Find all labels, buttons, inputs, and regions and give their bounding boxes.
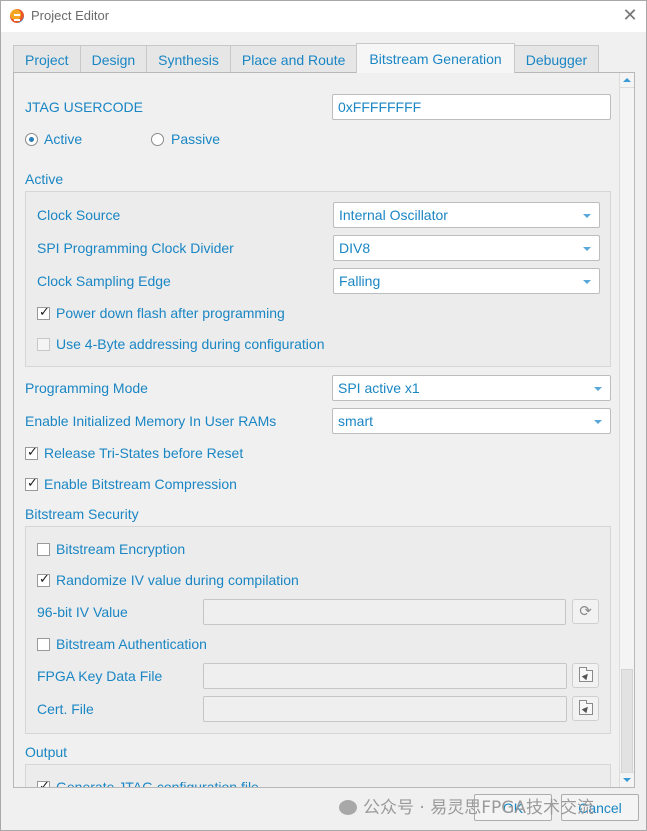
encryption-checkbox[interactable] — [37, 543, 50, 556]
jtag-usercode-input[interactable]: 0xFFFFFFFF — [332, 94, 611, 120]
refresh-icon: ⟳ — [579, 603, 592, 620]
sampling-edge-label: Clock Sampling Edge — [37, 273, 171, 289]
compression-label: Enable Bitstream Compression — [44, 476, 237, 492]
security-group-box: Bitstream Encryption Randomize IV value … — [25, 526, 611, 734]
jtag-usercode-label: JTAG USERCODE — [25, 99, 143, 115]
close-icon[interactable]: ✕ — [622, 6, 638, 24]
sampling-edge-value: Falling — [339, 273, 381, 289]
browse-key-file-button[interactable] — [572, 663, 599, 688]
active-group-title: Active — [25, 171, 64, 187]
output-group-box: Generate JTAG configuration file — [25, 764, 611, 788]
compression-checkbox[interactable] — [25, 475, 38, 491]
chevron-down-icon — [594, 420, 602, 424]
iv-value-input[interactable] — [203, 599, 566, 625]
init-memory-label: Enable Initialized Memory In User RAMs — [25, 413, 277, 429]
project-editor-window: Project Editor ✕ Project Design Synthesi… — [0, 0, 647, 831]
passive-mode-radio[interactable] — [151, 133, 164, 146]
title-bar: Project Editor ✕ — [1, 1, 646, 32]
window-title: Project Editor — [31, 8, 110, 23]
sampling-edge-select[interactable]: Falling — [333, 268, 600, 294]
randomize-iv-checkbox[interactable] — [37, 571, 50, 587]
tab-design[interactable]: Design — [79, 45, 148, 73]
tab-place-and-route[interactable]: Place and Route — [229, 45, 358, 73]
watermark: 公众号 · 易灵思FPGA技术交流 — [339, 793, 594, 818]
security-group-title: Bitstream Security — [25, 506, 139, 522]
clock-source-select[interactable]: Internal Oscillator — [333, 202, 600, 228]
spi-divider-select[interactable]: DIV8 — [333, 235, 600, 261]
folder-open-icon — [578, 666, 593, 682]
wechat-icon — [339, 800, 357, 815]
active-group-box: Clock Source Internal Oscillator SPI Pro… — [25, 191, 611, 367]
init-memory-value: smart — [338, 413, 373, 429]
authentication-label: Bitstream Authentication — [56, 636, 207, 652]
passive-mode-label: Passive — [171, 131, 221, 147]
tab-project[interactable]: Project — [13, 45, 81, 73]
clock-source-value: Internal Oscillator — [339, 207, 448, 223]
tab-bitstream-generation[interactable]: Bitstream Generation — [356, 43, 515, 73]
power-down-flash-checkbox[interactable] — [37, 304, 50, 320]
cert-file-label: Cert. File — [37, 701, 94, 717]
key-file-input[interactable] — [203, 663, 567, 689]
scroll-down-button[interactable] — [620, 772, 634, 787]
app-logo-icon — [10, 9, 24, 23]
scrollbar-thumb[interactable] — [621, 669, 633, 773]
regenerate-iv-button[interactable]: ⟳ — [572, 599, 599, 624]
browse-cert-file-button[interactable] — [572, 696, 599, 721]
tab-debugger[interactable]: Debugger — [513, 45, 600, 73]
generate-jtag-label: Generate JTAG configuration file — [56, 779, 259, 788]
programming-mode-select[interactable]: SPI active x1 — [332, 375, 611, 401]
chevron-down-icon — [594, 387, 602, 391]
bitstream-generation-panel: JTAG USERCODE 0xFFFFFFFF Active Passive … — [13, 72, 635, 788]
chevron-down-icon — [583, 247, 591, 251]
four-byte-addressing-label: Use 4-Byte addressing during configurati… — [56, 336, 325, 352]
init-memory-select[interactable]: smart — [332, 408, 611, 434]
cert-file-input[interactable] — [203, 696, 567, 722]
scroll-up-button[interactable] — [620, 73, 634, 88]
spi-divider-label: SPI Programming Clock Divider — [37, 240, 234, 256]
folder-open-icon — [578, 699, 593, 715]
key-file-label: FPGA Key Data File — [37, 668, 163, 684]
authentication-checkbox[interactable] — [37, 638, 50, 651]
encryption-label: Bitstream Encryption — [56, 541, 186, 557]
output-group-title: Output — [25, 744, 68, 760]
spi-divider-value: DIV8 — [339, 240, 371, 256]
chevron-down-icon — [583, 214, 591, 218]
iv-value-label: 96-bit IV Value — [37, 604, 128, 620]
release-tristates-label: Release Tri-States before Reset — [44, 445, 244, 461]
four-byte-addressing-checkbox[interactable] — [37, 338, 50, 351]
active-mode-label: Active — [44, 131, 83, 147]
generate-jtag-checkbox[interactable] — [37, 778, 50, 787]
tab-bar: Project Design Synthesis Place and Route… — [13, 43, 600, 73]
watermark-text: 公众号 · 易灵思FPGA技术交流 — [363, 798, 595, 818]
active-mode-radio[interactable] — [25, 133, 38, 146]
programming-mode-label: Programming Mode — [25, 380, 148, 396]
vertical-scrollbar[interactable] — [619, 73, 634, 787]
power-down-flash-label: Power down flash after programming — [56, 305, 285, 321]
arrow-up-icon — [623, 78, 631, 82]
release-tristates-checkbox[interactable] — [25, 444, 38, 460]
programming-mode-value: SPI active x1 — [338, 380, 420, 396]
arrow-down-icon — [623, 778, 631, 782]
randomize-iv-label: Randomize IV value during compilation — [56, 572, 299, 588]
clock-source-label: Clock Source — [37, 207, 121, 223]
tab-synthesis[interactable]: Synthesis — [146, 45, 231, 73]
chevron-down-icon — [583, 280, 591, 284]
